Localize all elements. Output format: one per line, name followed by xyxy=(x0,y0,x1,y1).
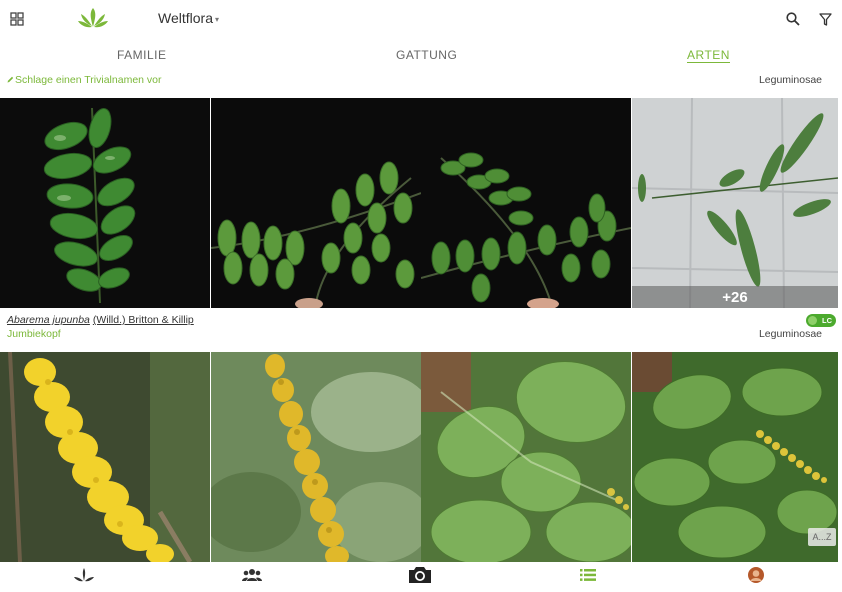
chevron-down-icon: ▾ xyxy=(214,14,219,24)
species-name-link[interactable]: Abarema jupunba (Willd.) Britton & Killi… xyxy=(7,314,194,326)
suggest-label: Schlage einen Trivialnamen vor xyxy=(15,74,162,86)
app-title: Weltflora xyxy=(158,10,213,26)
species-header: Abarema jupunba (Willd.) Britton & Killi… xyxy=(0,312,842,348)
filter-icon[interactable] xyxy=(816,10,834,28)
alphabetical-index-button[interactable]: A...Z xyxy=(807,528,836,546)
plant-photo[interactable]: A...Z xyxy=(631,352,842,562)
image-row: A...Z xyxy=(0,352,842,562)
scientific-name: Abarema jupunba xyxy=(7,314,90,326)
species-header: Schlage einen Trivialnamen vor Leguminos… xyxy=(0,74,842,94)
iucn-icon xyxy=(808,316,817,325)
tab-gattung[interactable]: GATTUNG xyxy=(396,48,457,62)
app-title-dropdown[interactable]: Weltflora ▾ xyxy=(158,10,219,26)
top-app-bar: Weltflora ▾ xyxy=(0,0,842,38)
nav-list[interactable] xyxy=(504,562,672,592)
bottom-navigation xyxy=(0,562,842,592)
plant-photo[interactable] xyxy=(210,352,421,562)
plant-photo[interactable] xyxy=(0,352,210,562)
iucn-status-label: LC xyxy=(822,316,832,325)
search-icon[interactable] xyxy=(784,10,802,28)
profile-avatar-icon xyxy=(748,566,764,588)
community-icon xyxy=(242,568,262,587)
tab-familie[interactable]: FAMILIE xyxy=(117,48,167,62)
category-tabs: FAMILIE GATTUNG ARTEN xyxy=(0,38,842,72)
list-icon xyxy=(580,568,596,586)
camera-icon xyxy=(407,565,433,590)
plant-photo[interactable] xyxy=(210,98,421,308)
plant-photo[interactable] xyxy=(421,352,632,562)
iucn-status-badge[interactable]: LC xyxy=(806,314,836,327)
suggest-common-name-link[interactable]: Schlage einen Trivialnamen vor xyxy=(7,74,162,86)
pencil-icon xyxy=(7,74,14,86)
nav-plants[interactable] xyxy=(0,562,168,592)
grid-icon[interactable] xyxy=(8,10,26,28)
plant-photo[interactable] xyxy=(0,98,210,308)
family-label: Leguminosae xyxy=(758,74,822,86)
plant-icon xyxy=(74,567,94,587)
more-images-button[interactable]: +26 xyxy=(631,286,838,308)
tab-arten[interactable]: ARTEN xyxy=(687,48,730,63)
family-label: Leguminosae xyxy=(758,328,822,340)
common-name: Jumbiekopf xyxy=(7,328,61,340)
leaf-logo-icon xyxy=(76,6,110,30)
species-authority: (Willd.) Britton & Killip xyxy=(92,314,194,326)
plant-photo[interactable] xyxy=(421,98,632,308)
plant-photo[interactable]: +26 xyxy=(631,98,842,308)
nav-community[interactable] xyxy=(168,562,336,592)
image-row: +26 xyxy=(0,98,842,308)
nav-camera[interactable] xyxy=(336,562,504,592)
nav-profile[interactable] xyxy=(672,562,840,592)
